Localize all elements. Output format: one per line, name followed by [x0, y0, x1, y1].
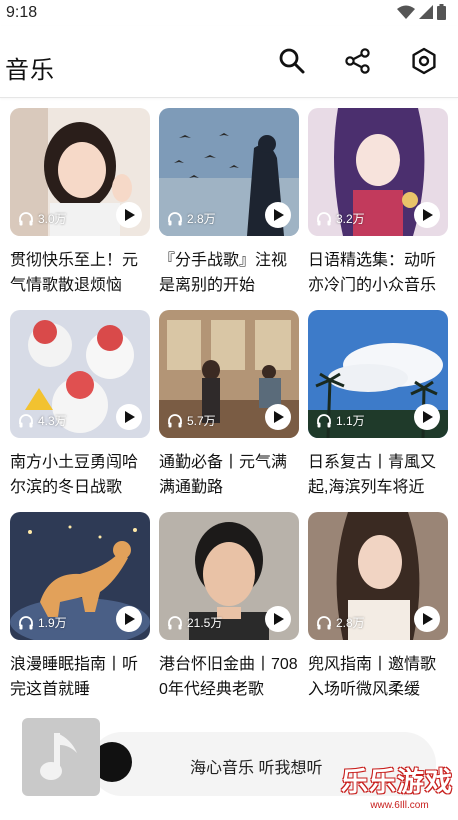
play-icon [423, 209, 433, 221]
playlist-title: 南方小土豆勇闯哈尔滨的冬日战歌 [10, 454, 139, 496]
play-icon [125, 411, 135, 423]
play-count-text: 1.9万 [38, 616, 67, 630]
playlist-card[interactable]: 2.8万 兜风指南丨邀情歌入场听微风柔缓 [308, 512, 448, 707]
play-button[interactable] [414, 404, 440, 430]
playlist-title: 日语精选集：动听亦冷门的小众音乐 [308, 252, 437, 294]
player-track-text: 海心音乐 听我想听 [190, 760, 323, 777]
status-time: 9:18 [6, 4, 38, 21]
playlist-cover: 1.1万 [308, 310, 448, 438]
play-icon [125, 613, 135, 625]
play-count: 21.5万 [167, 614, 222, 631]
playlist-title: 浪漫睡眠指南丨听完这首就睡 [10, 656, 139, 698]
signal-icon [419, 5, 433, 19]
headphones-icon [168, 211, 182, 225]
play-button[interactable] [265, 606, 291, 632]
play-icon [274, 411, 284, 423]
settings-button[interactable] [409, 46, 439, 76]
playlist-cover: 1.9万 [10, 512, 150, 640]
headphones-icon [168, 615, 182, 629]
playlist-card[interactable]: 21.5万 港台怀旧金曲丨7080年代经典老歌 [159, 512, 299, 707]
headphones-icon [317, 413, 331, 427]
playlist-title: 贯彻快乐至上！元气情歌散退烦恼 [10, 252, 139, 294]
play-button[interactable] [265, 404, 291, 430]
play-count: 1.9万 [18, 614, 67, 631]
headphones-icon [19, 413, 33, 427]
playlist-cover: 2.8万 [308, 512, 448, 640]
playlist-card[interactable]: 3.0万 贯彻快乐至上！元气情歌散退烦恼 [10, 108, 150, 303]
headphones-icon [168, 413, 182, 427]
play-count: 3.2万 [316, 210, 365, 227]
status-icons [397, 4, 446, 20]
watermark-text: 乐乐游戏 [341, 767, 453, 798]
play-count: 3.0万 [18, 210, 67, 227]
share-button[interactable] [343, 46, 373, 76]
playlist-card[interactable]: 1.1万 日系复古丨青風又起,海滨列车将近 [308, 310, 448, 505]
play-count: 5.7万 [167, 412, 216, 429]
play-count: 1.1万 [316, 412, 365, 429]
playlist-cover: 3.2万 [308, 108, 448, 236]
headphones-icon [19, 211, 33, 225]
playlist-cover: 2.8万 [159, 108, 299, 236]
music-note-icon [40, 733, 77, 780]
play-count-text: 2.8万 [187, 212, 216, 226]
play-icon [423, 613, 433, 625]
headphones-icon [19, 615, 33, 629]
play-count-text: 5.7万 [187, 414, 216, 428]
play-count-text: 3.2万 [336, 212, 365, 226]
play-button[interactable] [116, 202, 142, 228]
play-icon [125, 209, 135, 221]
play-count-text: 21.5万 [187, 616, 223, 630]
watermark-url: www.6Ill.com [370, 800, 429, 811]
wifi-icon [397, 5, 415, 19]
player-cover[interactable] [22, 718, 100, 796]
play-icon [274, 613, 284, 625]
battery-icon [437, 4, 446, 20]
play-icon [423, 411, 433, 423]
play-count-text: 4.3万 [38, 414, 67, 428]
status-bar: 9:18 [0, 0, 458, 26]
play-icon [274, 209, 284, 221]
playlist-card[interactable]: 3.2万 日语精选集：动听亦冷门的小众音乐 [308, 108, 448, 303]
settings-icon [412, 47, 436, 75]
playlist-cover: 3.0万 [10, 108, 150, 236]
playlist-title: 港台怀旧金曲丨7080年代经典老歌 [159, 656, 298, 698]
play-count-text: 3.0万 [38, 212, 67, 226]
play-button[interactable] [116, 404, 142, 430]
playlist-card[interactable]: 5.7万 通勤必备丨元气满满通勤路 [159, 310, 299, 505]
play-count-text: 1.1万 [336, 414, 365, 428]
play-count-text: 2.8万 [336, 616, 365, 630]
playlist-title: 『分手战歌』注视是离别的开始 [159, 252, 288, 294]
play-count: 4.3万 [18, 412, 67, 429]
playlist-title: 兜风指南丨邀情歌入场听微风柔缓 [308, 656, 437, 698]
search-button[interactable] [277, 46, 307, 76]
playlist-card[interactable]: 1.9万 浪漫睡眠指南丨听完这首就睡 [10, 512, 150, 707]
playlist-title: 通勤必备丨元气满满通勤路 [159, 454, 288, 496]
play-button[interactable] [414, 606, 440, 632]
play-count: 2.8万 [167, 210, 216, 227]
playlist-card[interactable]: 4.3万 南方小土豆勇闯哈尔滨的冬日战歌 [10, 310, 150, 505]
play-button[interactable] [265, 202, 291, 228]
playlist-title: 日系复古丨青風又起,海滨列车将近 [308, 454, 437, 496]
play-count: 2.8万 [316, 614, 365, 631]
search-icon [279, 48, 305, 74]
share-icon [345, 48, 370, 74]
headphones-icon [317, 211, 331, 225]
headphones-icon [317, 615, 331, 629]
page-title: 音乐 [5, 57, 55, 84]
playlist-card[interactable]: 2.8万 『分手战歌』注视是离别的开始 [159, 108, 299, 303]
playlist-cover: 5.7万 [159, 310, 299, 438]
playlist-cover: 21.5万 [159, 512, 299, 640]
play-button[interactable] [414, 202, 440, 228]
playlist-cover: 4.3万 [10, 310, 150, 438]
play-button[interactable] [116, 606, 142, 632]
watermark: 乐乐游戏 www.6Ill.com [341, 768, 458, 820]
app-bar: 音乐 [0, 26, 458, 98]
